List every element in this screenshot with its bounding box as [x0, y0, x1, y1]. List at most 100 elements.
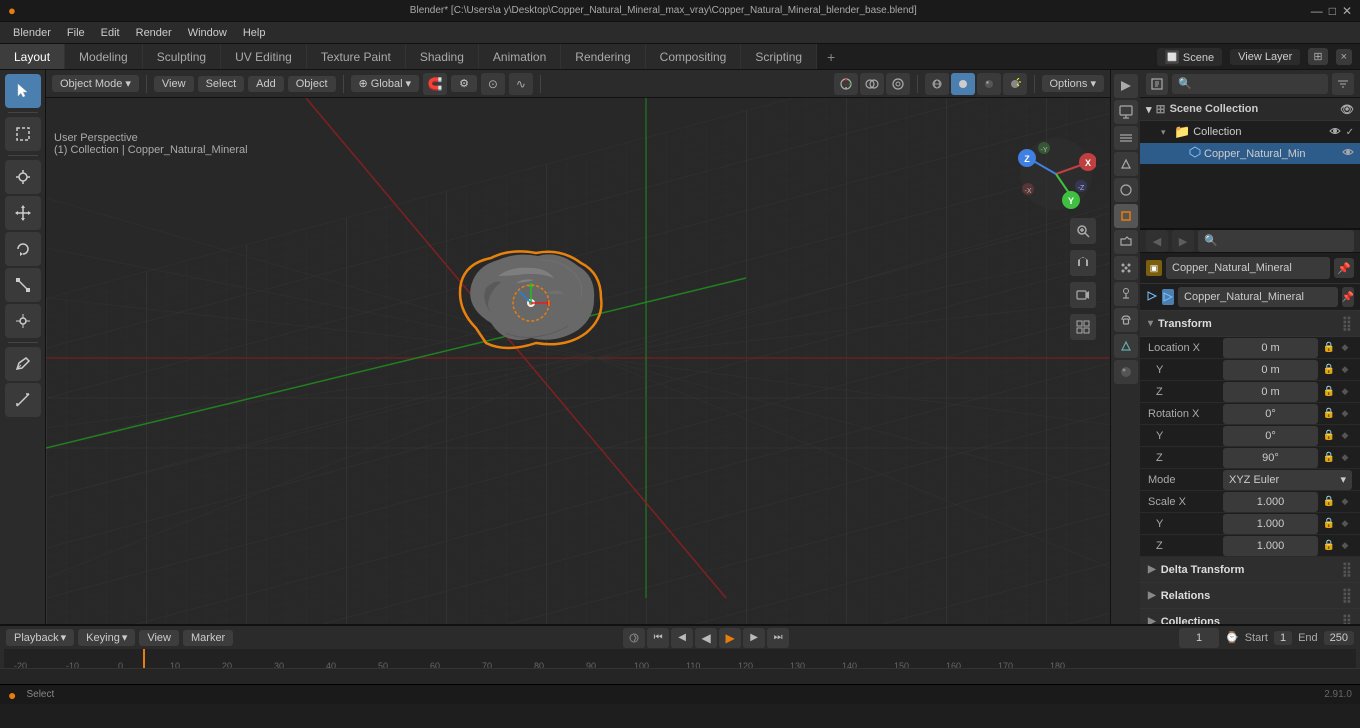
rotation-y-key[interactable]: ◆	[1338, 430, 1352, 441]
scale-z-key[interactable]: ◆	[1338, 540, 1352, 551]
prop-output-icon[interactable]	[1114, 100, 1138, 124]
workspace-icon-btn2[interactable]: ×	[1336, 49, 1352, 65]
prop-scene-icon[interactable]	[1114, 152, 1138, 176]
select-menu-btn[interactable]: Select	[198, 76, 245, 92]
3d-scene[interactable]: User Perspective (1) Collection | Copper…	[46, 98, 1110, 624]
scale-x-value[interactable]: 1.000	[1223, 492, 1318, 512]
location-x-lock[interactable]: 🔒	[1320, 342, 1338, 353]
scale-z-value[interactable]: 1.000	[1223, 536, 1318, 556]
render-shading-btn[interactable]	[1003, 73, 1027, 95]
menu-blender[interactable]: Blender	[6, 25, 58, 41]
prop-render-icon[interactable]	[1114, 74, 1138, 98]
view-menu-btn[interactable]: View	[154, 76, 194, 92]
mineral-visibility-btn[interactable]	[1342, 146, 1354, 161]
scene-collection-eye[interactable]: 👁	[1340, 103, 1354, 116]
marker-menu-btn[interactable]: Marker	[183, 630, 233, 646]
workspace-compositing[interactable]: Compositing	[646, 44, 742, 69]
prop-material-icon[interactable]	[1114, 360, 1138, 384]
menu-render[interactable]: Render	[129, 25, 179, 41]
scale-x-key[interactable]: ◆	[1338, 496, 1352, 507]
jump-end-btn[interactable]: ⏭	[767, 628, 789, 648]
rotation-mode-select[interactable]: XYZ Euler ▾	[1223, 470, 1352, 490]
props-search-input[interactable]	[1198, 230, 1354, 252]
menu-edit[interactable]: Edit	[94, 25, 127, 41]
jump-start-btn[interactable]: ⏮	[647, 628, 669, 648]
viewport-area[interactable]: Object Mode ▾ View Select Add Object ⊕ G…	[46, 70, 1110, 624]
pin-btn[interactable]: 📌	[1334, 258, 1354, 278]
tool-select-box[interactable]	[5, 117, 41, 151]
location-z-key[interactable]: ◆	[1338, 386, 1352, 397]
rotation-x-lock[interactable]: 🔒	[1320, 408, 1338, 419]
proportional-edit-btn[interactable]: ⊙	[481, 73, 505, 95]
current-frame[interactable]: 1	[1179, 628, 1219, 648]
menu-window[interactable]: Window	[181, 25, 234, 41]
transform-orientation[interactable]: ⊕ Global ▾	[351, 75, 420, 92]
workspace-icon-btn1[interactable]: ⊞	[1308, 48, 1327, 65]
tool-transform[interactable]	[5, 304, 41, 338]
prop-modifiers-icon[interactable]	[1114, 230, 1138, 254]
snap-settings-btn[interactable]: ⚙	[451, 75, 477, 92]
menu-file[interactable]: File	[60, 25, 92, 41]
zoom-in-btn[interactable]	[1070, 218, 1096, 244]
location-x-key[interactable]: ◆	[1338, 342, 1352, 353]
gizmo-toggle-btn[interactable]	[834, 73, 858, 95]
pan-btn[interactable]	[1070, 250, 1096, 276]
workspace-add-button[interactable]: +	[817, 44, 845, 69]
collection-expand-arrow[interactable]: ▾	[1161, 127, 1171, 138]
outliner-type-btn[interactable]	[1146, 73, 1168, 95]
location-z-value[interactable]: 0 m	[1223, 382, 1318, 402]
rotation-x-key[interactable]: ◆	[1338, 408, 1352, 419]
solid-shading-btn[interactable]	[951, 73, 975, 95]
timeline-ruler[interactable]: -20 -10 0 10 20 30 40 50 60 70 80 90 100…	[0, 649, 1360, 669]
workspace-scripting[interactable]: Scripting	[741, 44, 817, 69]
start-frame[interactable]: 1	[1274, 631, 1292, 645]
mineral-object[interactable]	[446, 238, 616, 358]
tool-measure[interactable]	[5, 383, 41, 417]
xray-toggle-btn[interactable]	[886, 73, 910, 95]
rotation-y-value[interactable]: 0°	[1223, 426, 1318, 446]
prop-physics-icon[interactable]	[1114, 282, 1138, 306]
scene-collection-row[interactable]: ▾ ⊞ Scene Collection 👁	[1140, 98, 1360, 121]
tool-select-cursor[interactable]	[5, 74, 41, 108]
data-name-input[interactable]	[1178, 287, 1338, 307]
rotation-x-value[interactable]: 0°	[1223, 404, 1318, 424]
options-btn[interactable]: Options ▾	[1042, 75, 1105, 92]
prop-view-layer-icon[interactable]	[1114, 126, 1138, 150]
view-layer-selector[interactable]: View Layer	[1230, 49, 1300, 65]
workspace-texture-paint[interactable]: Texture Paint	[307, 44, 406, 69]
props-nav-fwd-btn[interactable]: ▶	[1172, 230, 1194, 252]
outliner-collection-row[interactable]: ▾ 📁 Collection ✓	[1140, 121, 1360, 143]
transform-section-header[interactable]: ▾ Transform ⣿	[1140, 311, 1360, 337]
end-frame[interactable]: 250	[1324, 631, 1354, 645]
workspace-uv-editing[interactable]: UV Editing	[221, 44, 307, 69]
scene-selector[interactable]: 🔲 Scene	[1157, 48, 1222, 66]
scale-z-lock[interactable]: 🔒	[1320, 540, 1338, 551]
rotation-y-lock[interactable]: 🔒	[1320, 430, 1338, 441]
collections-section-header[interactable]: ▶ Collections ⣿	[1140, 609, 1360, 624]
location-y-key[interactable]: ◆	[1338, 364, 1352, 375]
keying-menu-btn[interactable]: Keying ▾	[78, 629, 135, 646]
tool-cursor[interactable]	[5, 160, 41, 194]
rotation-z-value[interactable]: 90°	[1223, 448, 1318, 468]
minimize-button[interactable]: —	[1311, 4, 1323, 18]
scale-y-key[interactable]: ◆	[1338, 518, 1352, 529]
data-pin-btn[interactable]: 📌	[1342, 287, 1354, 307]
props-nav-back-btn[interactable]: ◀	[1146, 230, 1168, 252]
workspace-shading[interactable]: Shading	[406, 44, 479, 69]
location-z-lock[interactable]: 🔒	[1320, 386, 1338, 397]
camera-view-btn[interactable]	[1070, 282, 1096, 308]
prev-keyframe-btn[interactable]: ◀	[671, 628, 693, 648]
workspace-rendering[interactable]: Rendering	[561, 44, 645, 69]
scale-y-lock[interactable]: 🔒	[1320, 518, 1338, 529]
tool-move[interactable]	[5, 196, 41, 230]
prop-data-icon[interactable]	[1114, 334, 1138, 358]
location-x-value[interactable]: 0 m	[1223, 338, 1318, 358]
maximize-button[interactable]: □	[1329, 4, 1336, 18]
navigation-gizmo[interactable]: X Y Z -X -Y -Z	[1016, 134, 1096, 214]
delta-transform-header[interactable]: ▶ Delta Transform ⣿	[1140, 557, 1360, 583]
location-y-lock[interactable]: 🔒	[1320, 364, 1338, 375]
rotation-z-lock[interactable]: 🔒	[1320, 452, 1338, 463]
tool-scale[interactable]	[5, 268, 41, 302]
play-btn[interactable]: ▶	[719, 628, 741, 648]
scale-x-lock[interactable]: 🔒	[1320, 496, 1338, 507]
